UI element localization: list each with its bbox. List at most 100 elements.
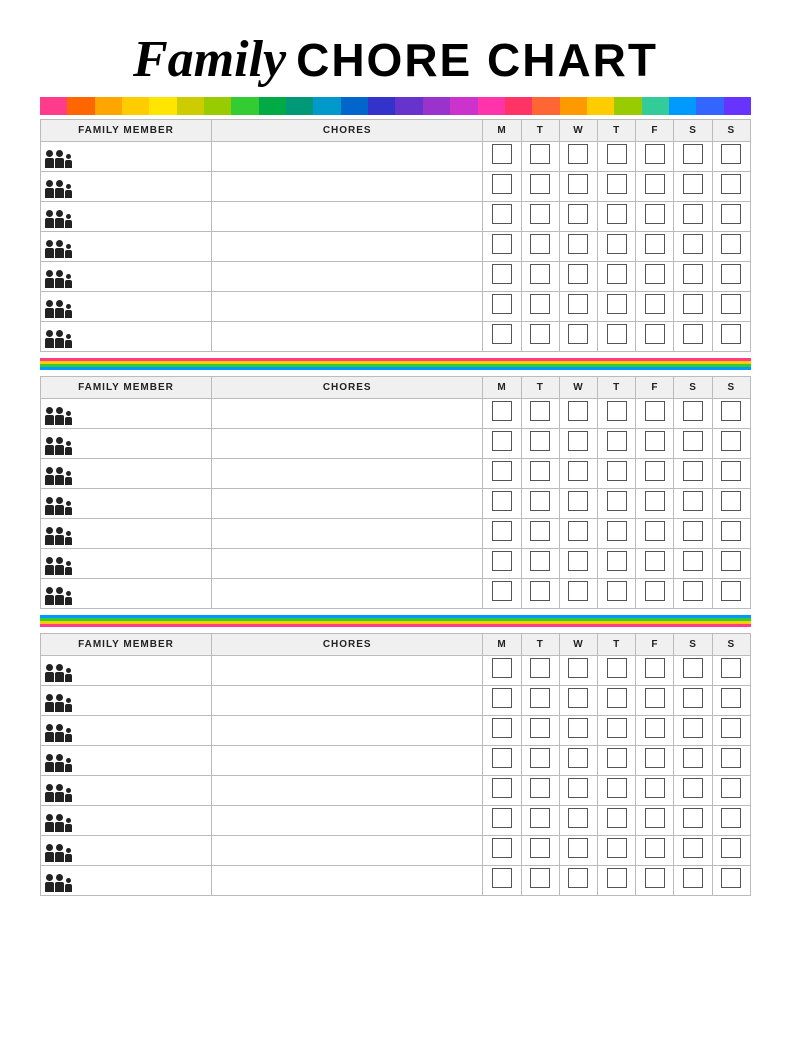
- day-cell[interactable]: [598, 322, 636, 352]
- day-checkbox[interactable]: [530, 324, 550, 344]
- day-cell[interactable]: [559, 549, 597, 579]
- day-cell[interactable]: [559, 399, 597, 429]
- day-checkbox[interactable]: [645, 324, 665, 344]
- day-cell[interactable]: [483, 489, 521, 519]
- day-checkbox[interactable]: [530, 234, 550, 254]
- day-cell[interactable]: [636, 686, 674, 716]
- day-cell[interactable]: [636, 549, 674, 579]
- day-cell[interactable]: [559, 262, 597, 292]
- day-cell[interactable]: [521, 232, 559, 262]
- day-checkbox[interactable]: [645, 144, 665, 164]
- day-checkbox[interactable]: [492, 521, 512, 541]
- day-cell[interactable]: [674, 656, 712, 686]
- day-cell[interactable]: [712, 549, 750, 579]
- day-cell[interactable]: [712, 656, 750, 686]
- day-checkbox[interactable]: [530, 868, 550, 888]
- day-checkbox[interactable]: [492, 264, 512, 284]
- day-cell[interactable]: [559, 322, 597, 352]
- day-checkbox[interactable]: [683, 748, 703, 768]
- day-checkbox[interactable]: [568, 204, 588, 224]
- day-cell[interactable]: [483, 202, 521, 232]
- day-checkbox[interactable]: [607, 204, 627, 224]
- day-checkbox[interactable]: [568, 748, 588, 768]
- day-checkbox[interactable]: [721, 748, 741, 768]
- day-cell[interactable]: [483, 579, 521, 609]
- chores-cell[interactable]: [211, 716, 483, 746]
- day-cell[interactable]: [712, 399, 750, 429]
- day-cell[interactable]: [521, 262, 559, 292]
- day-cell[interactable]: [559, 172, 597, 202]
- day-cell[interactable]: [674, 142, 712, 172]
- day-checkbox[interactable]: [492, 718, 512, 738]
- day-cell[interactable]: [674, 429, 712, 459]
- day-checkbox[interactable]: [645, 868, 665, 888]
- day-checkbox[interactable]: [530, 491, 550, 511]
- day-checkbox[interactable]: [721, 431, 741, 451]
- day-checkbox[interactable]: [568, 144, 588, 164]
- day-checkbox[interactable]: [492, 401, 512, 421]
- day-cell[interactable]: [521, 399, 559, 429]
- day-checkbox[interactable]: [530, 431, 550, 451]
- day-checkbox[interactable]: [568, 551, 588, 571]
- day-cell[interactable]: [712, 579, 750, 609]
- day-cell[interactable]: [483, 776, 521, 806]
- day-cell[interactable]: [598, 549, 636, 579]
- day-cell[interactable]: [598, 656, 636, 686]
- day-cell[interactable]: [598, 579, 636, 609]
- day-checkbox[interactable]: [721, 718, 741, 738]
- day-checkbox[interactable]: [683, 264, 703, 284]
- chores-cell[interactable]: [211, 806, 483, 836]
- day-cell[interactable]: [674, 746, 712, 776]
- chores-cell[interactable]: [211, 776, 483, 806]
- day-cell[interactable]: [674, 322, 712, 352]
- day-checkbox[interactable]: [492, 491, 512, 511]
- day-checkbox[interactable]: [607, 521, 627, 541]
- day-checkbox[interactable]: [530, 204, 550, 224]
- day-cell[interactable]: [598, 459, 636, 489]
- day-cell[interactable]: [598, 716, 636, 746]
- day-checkbox[interactable]: [568, 264, 588, 284]
- day-cell[interactable]: [636, 776, 674, 806]
- day-checkbox[interactable]: [568, 688, 588, 708]
- day-cell[interactable]: [712, 172, 750, 202]
- day-checkbox[interactable]: [607, 808, 627, 828]
- chores-cell[interactable]: [211, 232, 483, 262]
- day-checkbox[interactable]: [721, 144, 741, 164]
- day-cell[interactable]: [559, 716, 597, 746]
- day-checkbox[interactable]: [645, 521, 665, 541]
- day-cell[interactable]: [636, 429, 674, 459]
- day-cell[interactable]: [521, 489, 559, 519]
- chores-cell[interactable]: [211, 656, 483, 686]
- day-cell[interactable]: [712, 489, 750, 519]
- day-cell[interactable]: [674, 866, 712, 896]
- day-checkbox[interactable]: [568, 521, 588, 541]
- chores-cell[interactable]: [211, 549, 483, 579]
- day-cell[interactable]: [559, 202, 597, 232]
- day-checkbox[interactable]: [645, 401, 665, 421]
- day-cell[interactable]: [636, 232, 674, 262]
- day-cell[interactable]: [636, 262, 674, 292]
- day-checkbox[interactable]: [607, 551, 627, 571]
- day-cell[interactable]: [521, 746, 559, 776]
- day-checkbox[interactable]: [492, 234, 512, 254]
- day-cell[interactable]: [636, 172, 674, 202]
- day-checkbox[interactable]: [568, 461, 588, 481]
- day-cell[interactable]: [636, 202, 674, 232]
- day-checkbox[interactable]: [683, 144, 703, 164]
- day-checkbox[interactable]: [530, 144, 550, 164]
- day-cell[interactable]: [598, 519, 636, 549]
- day-checkbox[interactable]: [721, 868, 741, 888]
- day-cell[interactable]: [674, 549, 712, 579]
- day-checkbox[interactable]: [683, 401, 703, 421]
- day-cell[interactable]: [712, 776, 750, 806]
- day-checkbox[interactable]: [492, 688, 512, 708]
- day-cell[interactable]: [674, 806, 712, 836]
- day-cell[interactable]: [483, 866, 521, 896]
- day-cell[interactable]: [559, 232, 597, 262]
- day-cell[interactable]: [483, 746, 521, 776]
- day-cell[interactable]: [674, 262, 712, 292]
- day-checkbox[interactable]: [721, 461, 741, 481]
- day-checkbox[interactable]: [607, 868, 627, 888]
- day-cell[interactable]: [674, 519, 712, 549]
- chores-cell[interactable]: [211, 292, 483, 322]
